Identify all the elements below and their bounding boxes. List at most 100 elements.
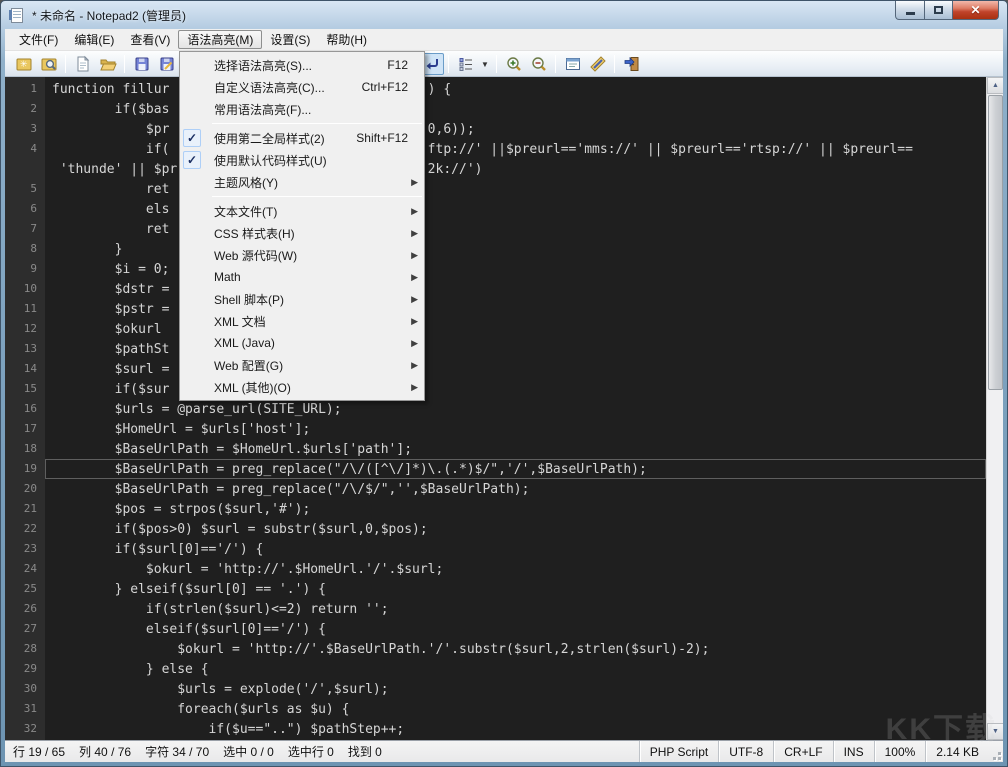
customize-schemes-button[interactable] [585,53,610,75]
save-button[interactable] [129,53,154,75]
line-number: 32 [5,719,45,739]
vertical-scrollbar[interactable]: ▲ ▼ [986,77,1003,740]
code-line[interactable]: 16 $urls = @parse_url(SITE_URL); [5,399,986,419]
menubar-item-1[interactable]: 编辑(E) [66,29,122,50]
code-line[interactable]: 19 $BaseUrlPath = preg_replace("/\/([^\/… [5,459,986,479]
code-line[interactable]: 15 if($sur [5,379,986,399]
code-line[interactable]: 23 if($surl[0]=='/') { [5,539,986,559]
code-line[interactable]: 11 $pstr = [5,299,986,319]
status-cell[interactable]: PHP Script [639,741,718,762]
submenu-arrow-icon: ▶ [411,316,418,327]
code-line[interactable]: 30 $urls = explode('/',$surl); [5,679,986,699]
save-as-button[interactable] [154,53,179,75]
code-line[interactable]: 29 } else { [5,659,986,679]
menu-item-4[interactable]: ✓使用第二全局样式(2)Shift+F12 [180,127,424,149]
code-line[interactable]: 10 $dstr = [5,279,986,299]
code-line[interactable]: 13 $pathSt [5,339,986,359]
line-number: 4 [5,139,45,159]
scroll-up-arrow[interactable]: ▲ [987,77,1003,94]
menu-item-16[interactable]: XML (其他)(O)▶ [180,376,424,398]
scheme-dropdown-button[interactable]: ▼ [478,53,492,75]
menu-item-label: Shell 脚本(P) [214,291,284,308]
code-line[interactable]: 4 if( ftp://' ||$preurl=='mms://' || $pr… [5,139,986,159]
scheme-list-button[interactable] [453,53,478,75]
menu-item-2[interactable]: 常用语法高亮(F)... [180,98,424,120]
menu-item-11[interactable]: Math▶ [180,266,424,288]
minimize-button[interactable] [895,1,925,20]
code-area[interactable]: 1function fillur ) {2 if($bas3 $pr 0,6))… [5,79,986,739]
code-line[interactable]: 28 $okurl = 'http://'.$BaseUrlPath.'/'.s… [5,639,986,659]
menubar-item-3[interactable]: 语法高亮(M) [178,30,262,49]
code-line[interactable]: 8 } [5,239,986,259]
code-line[interactable]: 5 ret [5,179,986,199]
code-line[interactable]: 32 if($u=="..") $pathStep++; [5,719,986,739]
menu-item-10[interactable]: Web 源代码(W)▶ [180,244,424,266]
menu-item-0[interactable]: 选择语法高亮(S)...F12 [180,54,424,76]
maximize-button[interactable] [925,1,953,20]
exit-button[interactable] [619,53,644,75]
title-bar[interactable]: * 未命名 - Notepad2 (管理员) ✕ [1,1,1007,29]
status-cell[interactable]: INS [833,741,874,762]
code-line[interactable]: 17 $HomeUrl = $urls['host']; [5,419,986,439]
menubar-item-0[interactable]: 文件(F) [11,29,66,50]
new-file-button[interactable] [70,53,95,75]
code-line[interactable]: 26 if(strlen($surl)<=2) return ''; [5,599,986,619]
code-line[interactable]: 12 $okurl [5,319,986,339]
code-line[interactable]: 'thunde' || $pr 2k://') [5,159,986,179]
code-text: $BaseUrlPath = preg_replace("/\/$/",'',$… [45,479,986,499]
menu-item-12[interactable]: Shell 脚本(P)▶ [180,288,424,310]
menu-item-13[interactable]: XML 文档 ▶ [180,310,424,332]
code-line[interactable]: 9 $i = 0; [5,259,986,279]
new-window-button[interactable]: ✳ [11,53,36,75]
menu-item-9[interactable]: CSS 样式表(H)▶ [180,222,424,244]
zoom-out-button[interactable] [526,53,551,75]
code-line[interactable]: 18 $BaseUrlPath = $HomeUrl.$urls['path']… [5,439,986,459]
code-line[interactable]: 3 $pr 0,6)); [5,119,986,139]
menu-item-6[interactable]: 主题风格(Y)▶ [180,171,424,193]
code-text: $urls = explode('/',$surl); [45,679,986,699]
status-left: 行 19 / 65列 40 / 76字符 34 / 70选中 0 / 0选中行 … [5,743,639,760]
browse-button[interactable] [36,53,61,75]
code-line[interactable]: 24 $okurl = 'http://'.$HomeUrl.'/'.$surl… [5,559,986,579]
status-cell[interactable]: CR+LF [773,741,832,762]
menubar-item-2[interactable]: 查看(V) [122,29,178,50]
open-file-button[interactable] [95,53,120,75]
menubar-item-4[interactable]: 设置(S) [262,29,318,50]
menu-item-15[interactable]: Web 配置(G)▶ [180,354,424,376]
status-cell[interactable]: UTF-8 [718,741,773,762]
code-text: } else { [45,659,986,679]
line-number: 25 [5,579,45,599]
code-line[interactable]: 27 elseif($surl[0]=='/') { [5,619,986,639]
menu-item-label: 选择语法高亮(S)... [214,57,312,74]
status-segment: 列 40 / 76 [79,743,131,760]
notepad2-app-icon [9,7,26,24]
code-line[interactable]: 2 if($bas [5,99,986,119]
code-text: $urls = @parse_url(SITE_URL); [45,399,986,419]
menu-item-5[interactable]: ✓使用默认代码样式(U) [180,149,424,171]
code-line[interactable]: 7 ret [5,219,986,239]
menu-item-label: 文本文件(T) [214,203,277,220]
line-number: 31 [5,699,45,719]
code-line[interactable]: 21 $pos = strpos($surl,'#'); [5,499,986,519]
menu-item-shortcut: Shift+F12 [356,131,408,145]
menu-item-8[interactable]: 文本文件(T)▶ [180,200,424,222]
code-line[interactable]: 20 $BaseUrlPath = preg_replace("/\/$/",'… [5,479,986,499]
menu-item-14[interactable]: XML (Java)▶ [180,332,424,354]
code-line[interactable]: 6 els [5,199,986,219]
menu-item-label: XML 文档 [214,313,266,330]
code-line[interactable]: 25 } elseif($surl[0] == '.') { [5,579,986,599]
editor-pane[interactable]: 1function fillur ) {2 if($bas3 $pr 0,6))… [5,77,1003,740]
code-line[interactable]: 14 $surl = [5,359,986,379]
line-number: 24 [5,559,45,579]
zoom-in-icon [505,55,523,73]
scheme-config-button[interactable] [560,53,585,75]
code-text: $okurl = 'http://'.$BaseUrlPath.'/'.subs… [45,639,986,659]
scrollbar-thumb[interactable] [988,95,1003,390]
menubar-item-5[interactable]: 帮助(H) [318,29,375,50]
close-button[interactable]: ✕ [953,1,999,20]
menu-item-1[interactable]: 自定义语法高亮(C)...Ctrl+F12 [180,76,424,98]
code-line[interactable]: 1function fillur ) { [5,79,986,99]
zoom-in-button[interactable] [501,53,526,75]
code-line[interactable]: 31 foreach($urls as $u) { [5,699,986,719]
code-line[interactable]: 22 if($pos>0) $surl = substr($surl,0,$po… [5,519,986,539]
